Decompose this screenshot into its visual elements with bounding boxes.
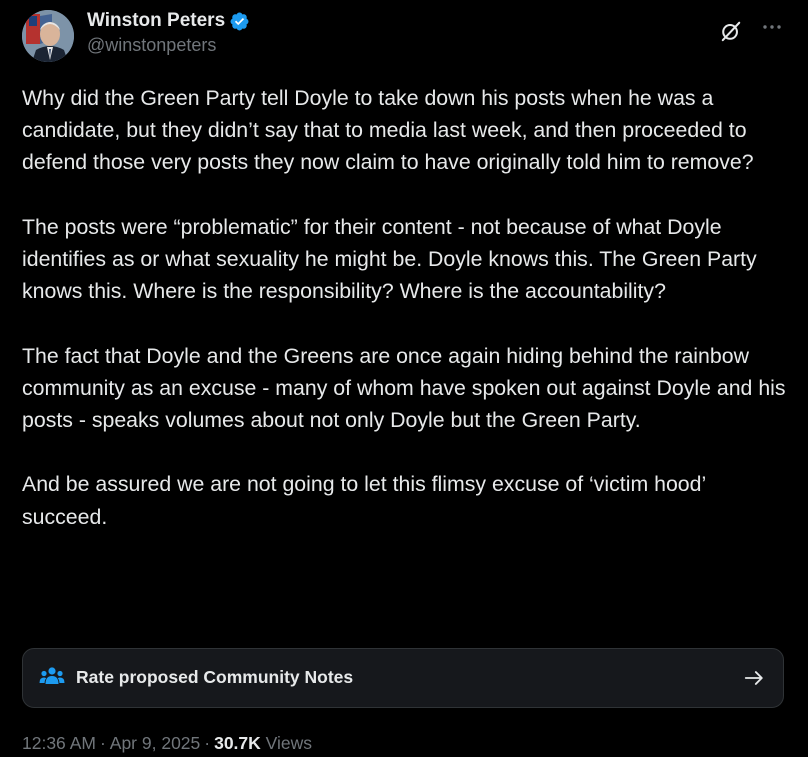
tweet-date[interactable]: Apr 9, 2025 xyxy=(110,733,200,753)
tweet-paragraph: The fact that Doyle and the Greens are o… xyxy=(22,343,786,432)
views-label: Views xyxy=(265,733,313,753)
name-row: Winston Peters xyxy=(87,8,250,34)
people-icon xyxy=(39,666,65,688)
tweet-header: Winston Peters @winstonpeters xyxy=(22,8,786,64)
author-handle[interactable]: @winstonpeters xyxy=(87,35,250,56)
tweet-meta: 12:36 AM · Apr 9, 2025 · 30.7K Views xyxy=(22,733,312,754)
avatar-image xyxy=(22,10,74,62)
tweet-paragraph: And be assured we are not going to let t… xyxy=(22,472,706,529)
avatar[interactable] xyxy=(22,10,74,62)
tweet-paragraph: The posts were “problematic” for their c… xyxy=(22,214,757,304)
meta-separator: · xyxy=(99,733,106,753)
author-display-name[interactable]: Winston Peters xyxy=(87,10,225,32)
meta-separator: · xyxy=(204,733,211,753)
author-names: Winston Peters @winstonpeters xyxy=(87,8,250,56)
tweet-time[interactable]: 12:36 AM xyxy=(22,733,96,753)
views-count[interactable]: 30.7K xyxy=(214,733,261,753)
rate-community-notes-button[interactable]: Rate proposed Community Notes xyxy=(22,648,784,708)
grok-icon[interactable] xyxy=(720,20,742,42)
verified-badge-icon[interactable] xyxy=(229,11,250,32)
community-notes-label: Rate proposed Community Notes xyxy=(76,667,354,687)
more-icon[interactable] xyxy=(760,15,784,39)
tweet-text: Why did the Green Party tell Doyle to ta… xyxy=(22,82,794,533)
tweet-paragraph: Why did the Green Party tell Doyle to ta… xyxy=(22,86,754,175)
arrow-right-icon xyxy=(743,667,765,689)
